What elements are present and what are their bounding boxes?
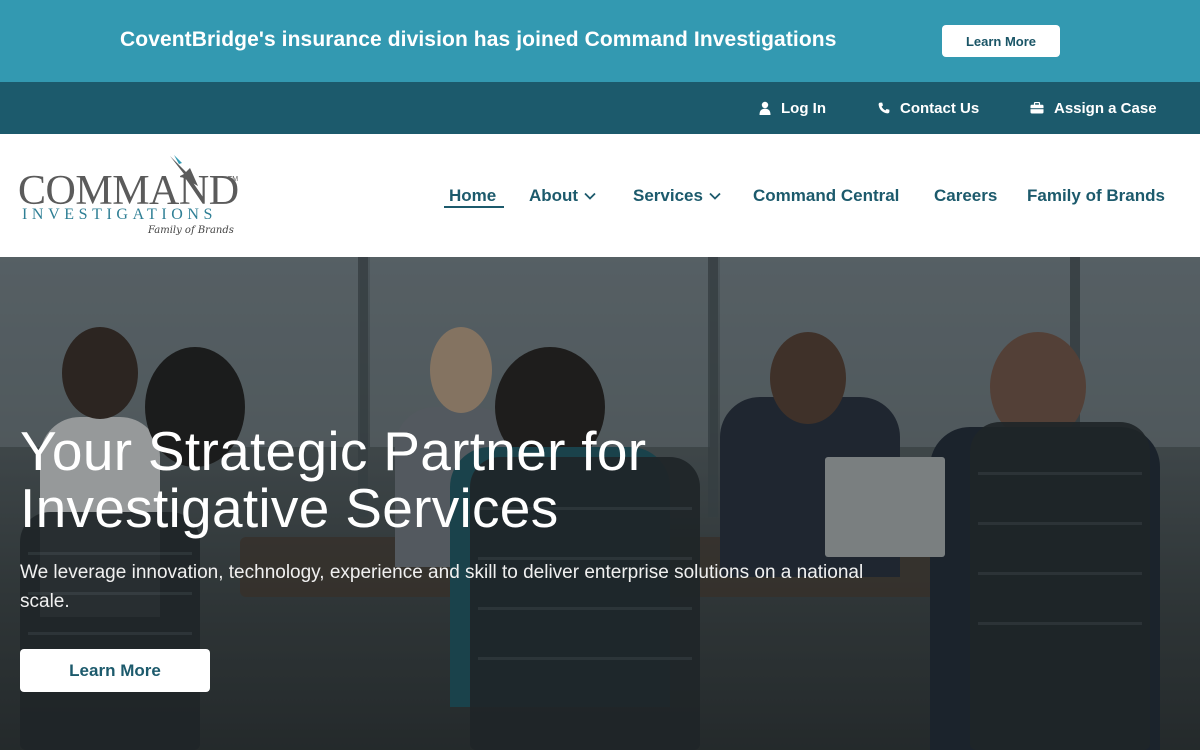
contact-us-label: Contact Us — [900, 99, 980, 117]
nav-family-of-brands[interactable]: Family of Brands — [1027, 184, 1165, 208]
nav-services-label: Services — [633, 186, 703, 205]
login-label: Log In — [781, 99, 826, 117]
announcement-bar: CoventBridge's insurance division has jo… — [0, 0, 1200, 82]
assign-case-label: Assign a Case — [1054, 99, 1157, 117]
utility-bar: Log In Contact Us Assign a Case — [0, 82, 1200, 134]
announcement-learn-more-button[interactable]: Learn More — [942, 25, 1060, 57]
announcement-text: CoventBridge's insurance division has jo… — [120, 28, 837, 51]
hero-learn-more-button[interactable]: Learn More — [20, 649, 210, 692]
site-header: COMMAND TM INVESTIGATIONS Family of Bran… — [0, 134, 1200, 257]
contact-us-link[interactable]: Contact Us — [878, 82, 979, 134]
login-link[interactable]: Log In — [759, 82, 826, 134]
nav-careers[interactable]: Careers — [934, 184, 997, 208]
briefcase-icon — [1030, 102, 1044, 114]
logo-tagline: Family of Brands — [148, 225, 234, 236]
nav-home[interactable]: Home — [449, 184, 496, 208]
logo-trademark: TM — [228, 176, 239, 183]
hero-subtitle: We leverage innovation, technology, expe… — [20, 562, 864, 612]
command-investigations-logo[interactable]: COMMAND TM INVESTIGATIONS Family of Bran… — [18, 154, 243, 240]
nav-command-central[interactable]: Command Central — [753, 184, 899, 208]
hero-title: Your Strategic Partner for Investigative… — [20, 420, 647, 539]
nav-services[interactable]: Services — [633, 184, 721, 208]
assign-case-link[interactable]: Assign a Case — [1030, 82, 1157, 134]
active-nav-underline — [444, 206, 504, 208]
logo-subtitle: INVESTIGATIONS — [22, 206, 218, 223]
hero-section: Your Strategic Partner for Investigative… — [0, 257, 1200, 750]
user-icon — [759, 101, 771, 115]
nav-about-label: About — [529, 186, 579, 205]
nav-about[interactable]: About — [529, 184, 596, 208]
chevron-down-icon — [709, 192, 721, 200]
phone-icon — [878, 102, 890, 114]
chevron-down-icon — [584, 192, 596, 200]
